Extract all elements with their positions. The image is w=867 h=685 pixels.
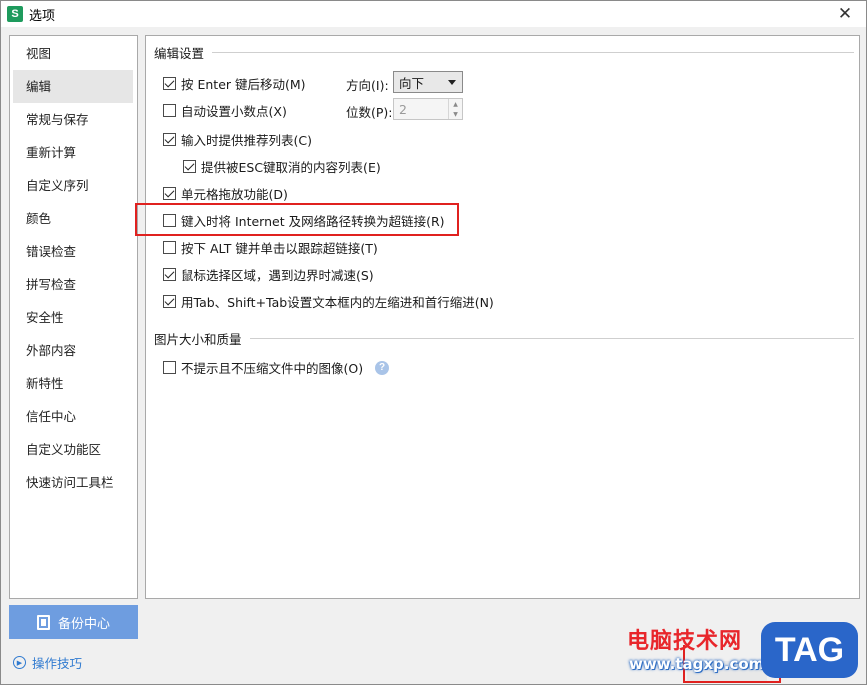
- checkbox-checked[interactable]: [183, 160, 196, 173]
- category-sidebar: 视图 编辑 常规与保存 重新计算 自定义序列 颜色 错误检查 拼写检查 安全性 …: [9, 35, 138, 599]
- watermark-site-url: www.tagxp.com: [629, 655, 765, 673]
- option-label: 按 Enter 键后移动(M): [181, 77, 306, 92]
- help-icon[interactable]: ?: [375, 360, 390, 375]
- sidebar-item-color[interactable]: 颜色: [13, 202, 133, 235]
- sidebar-item-new-features[interactable]: 新特性: [13, 367, 133, 400]
- option-label: 自动设置小数点(X): [181, 104, 287, 119]
- sidebar-item-custom-lists[interactable]: 自定义序列: [13, 169, 133, 202]
- direction-label: 方向(I):: [346, 78, 389, 93]
- option-label: 按下 ALT 键并单击以跟踪超链接(T): [181, 241, 378, 256]
- sidebar-item-external-content[interactable]: 外部内容: [13, 334, 133, 367]
- option-esc-cancelled-list[interactable]: 提供被ESC键取消的内容列表(E): [183, 157, 381, 176]
- option-auto-hyperlink[interactable]: 键入时将 Internet 及网络路径转换为超链接(R): [163, 211, 445, 230]
- spreadsheet-app-icon: S: [7, 6, 23, 22]
- sidebar-item-general-save[interactable]: 常规与保存: [13, 103, 133, 136]
- sidebar-item-trust-center[interactable]: 信任中心: [13, 400, 133, 433]
- stepper-down-icon: ▼: [453, 110, 458, 118]
- sidebar-item-quick-access-toolbar[interactable]: 快速访问工具栏: [13, 466, 133, 499]
- watermark-site-name: 电脑技术网: [627, 629, 743, 654]
- dropdown-arrow-icon: [448, 80, 456, 85]
- option-label: 用Tab、Shift+Tab设置文本框内的左缩进和首行缩进(N): [181, 295, 494, 310]
- places-stepper: 2 ▲ ▼: [393, 98, 463, 120]
- checkbox-checked[interactable]: [163, 295, 176, 308]
- places-label: 位数(P):: [346, 105, 393, 120]
- checkbox-unchecked[interactable]: [163, 241, 176, 254]
- operation-tips-label: 操作技巧: [32, 656, 83, 671]
- image-quality-header: 图片大小和质量: [154, 329, 854, 348]
- section-divider: [212, 52, 854, 53]
- sidebar-item-security[interactable]: 安全性: [13, 301, 133, 334]
- places-value: 2: [399, 101, 407, 117]
- checkbox-checked[interactable]: [163, 77, 176, 90]
- direction-value: 向下: [399, 75, 425, 91]
- stepper-up-icon: ▲: [453, 100, 458, 108]
- play-circle-icon: ▶: [13, 656, 26, 669]
- settings-panel: 编辑设置 按 Enter 键后移动(M) 方向(I): 向下 自动设置小数点(X…: [135, 35, 860, 599]
- backup-center-label: 备份中心: [57, 616, 110, 632]
- option-label: 键入时将 Internet 及网络路径转换为超链接(R): [181, 214, 445, 229]
- sidebar-item-recalculate[interactable]: 重新计算: [13, 136, 133, 169]
- section-divider: [249, 338, 854, 339]
- option-label: 输入时提供推荐列表(C): [181, 133, 312, 148]
- option-label: 单元格拖放功能(D): [181, 187, 288, 202]
- window-title: 选项: [29, 8, 56, 24]
- option-move-after-enter[interactable]: 按 Enter 键后移动(M): [163, 74, 306, 93]
- option-label: 提供被ESC键取消的内容列表(E): [201, 160, 381, 175]
- option-drag-drop[interactable]: 单元格拖放功能(D): [163, 184, 288, 203]
- sidebar-item-error-checking[interactable]: 错误检查: [13, 235, 133, 268]
- sidebar-item-edit[interactable]: 编辑: [13, 70, 133, 103]
- sidebar-item-view[interactable]: 视图: [13, 37, 133, 70]
- edit-settings-header: 编辑设置: [154, 43, 854, 62]
- option-tab-indent[interactable]: 用Tab、Shift+Tab设置文本框内的左缩进和首行缩进(N): [163, 292, 494, 311]
- option-label: 鼠标选择区域，遇到边界时减速(S): [181, 268, 374, 283]
- option-slow-select-boundary[interactable]: 鼠标选择区域，遇到边界时减速(S): [163, 265, 374, 284]
- title-bar: S 选项 ✕: [1, 1, 866, 27]
- checkbox-checked[interactable]: [163, 187, 176, 200]
- image-quality-title: 图片大小和质量: [154, 332, 242, 347]
- option-autocomplete-list[interactable]: 输入时提供推荐列表(C): [163, 130, 312, 149]
- backup-icon: [36, 614, 50, 630]
- options-dialog: S 选项 ✕ 视图 编辑 常规与保存 重新计算 自定义序列 颜色 错误检查 拼写…: [0, 0, 867, 685]
- sidebar-item-spell-check[interactable]: 拼写检查: [13, 268, 133, 301]
- watermark-tag-logo: TAG: [761, 622, 858, 678]
- operation-tips-link[interactable]: ▶ 操作技巧: [13, 653, 82, 672]
- option-auto-decimal[interactable]: 自动设置小数点(X): [163, 101, 287, 120]
- direction-select[interactable]: 向下: [393, 71, 463, 93]
- checkbox-unchecked[interactable]: [163, 361, 176, 374]
- edit-settings-title: 编辑设置: [154, 46, 205, 61]
- checkbox-checked[interactable]: [163, 133, 176, 146]
- checkbox-checked[interactable]: [163, 268, 176, 281]
- close-button[interactable]: ✕: [834, 3, 856, 25]
- backup-center-button[interactable]: 备份中心: [9, 605, 138, 639]
- option-alt-click-hyperlink[interactable]: 按下 ALT 键并单击以跟踪超链接(T): [163, 238, 378, 257]
- option-no-compress-images[interactable]: 不提示且不压缩文件中的图像(O) ?: [163, 358, 390, 377]
- checkbox-unchecked[interactable]: [163, 214, 176, 227]
- option-label: 不提示且不压缩文件中的图像(O): [181, 361, 364, 376]
- stepper-buttons: ▲ ▼: [448, 99, 462, 119]
- checkbox-unchecked[interactable]: [163, 104, 176, 117]
- sidebar-item-customize-ribbon[interactable]: 自定义功能区: [13, 433, 133, 466]
